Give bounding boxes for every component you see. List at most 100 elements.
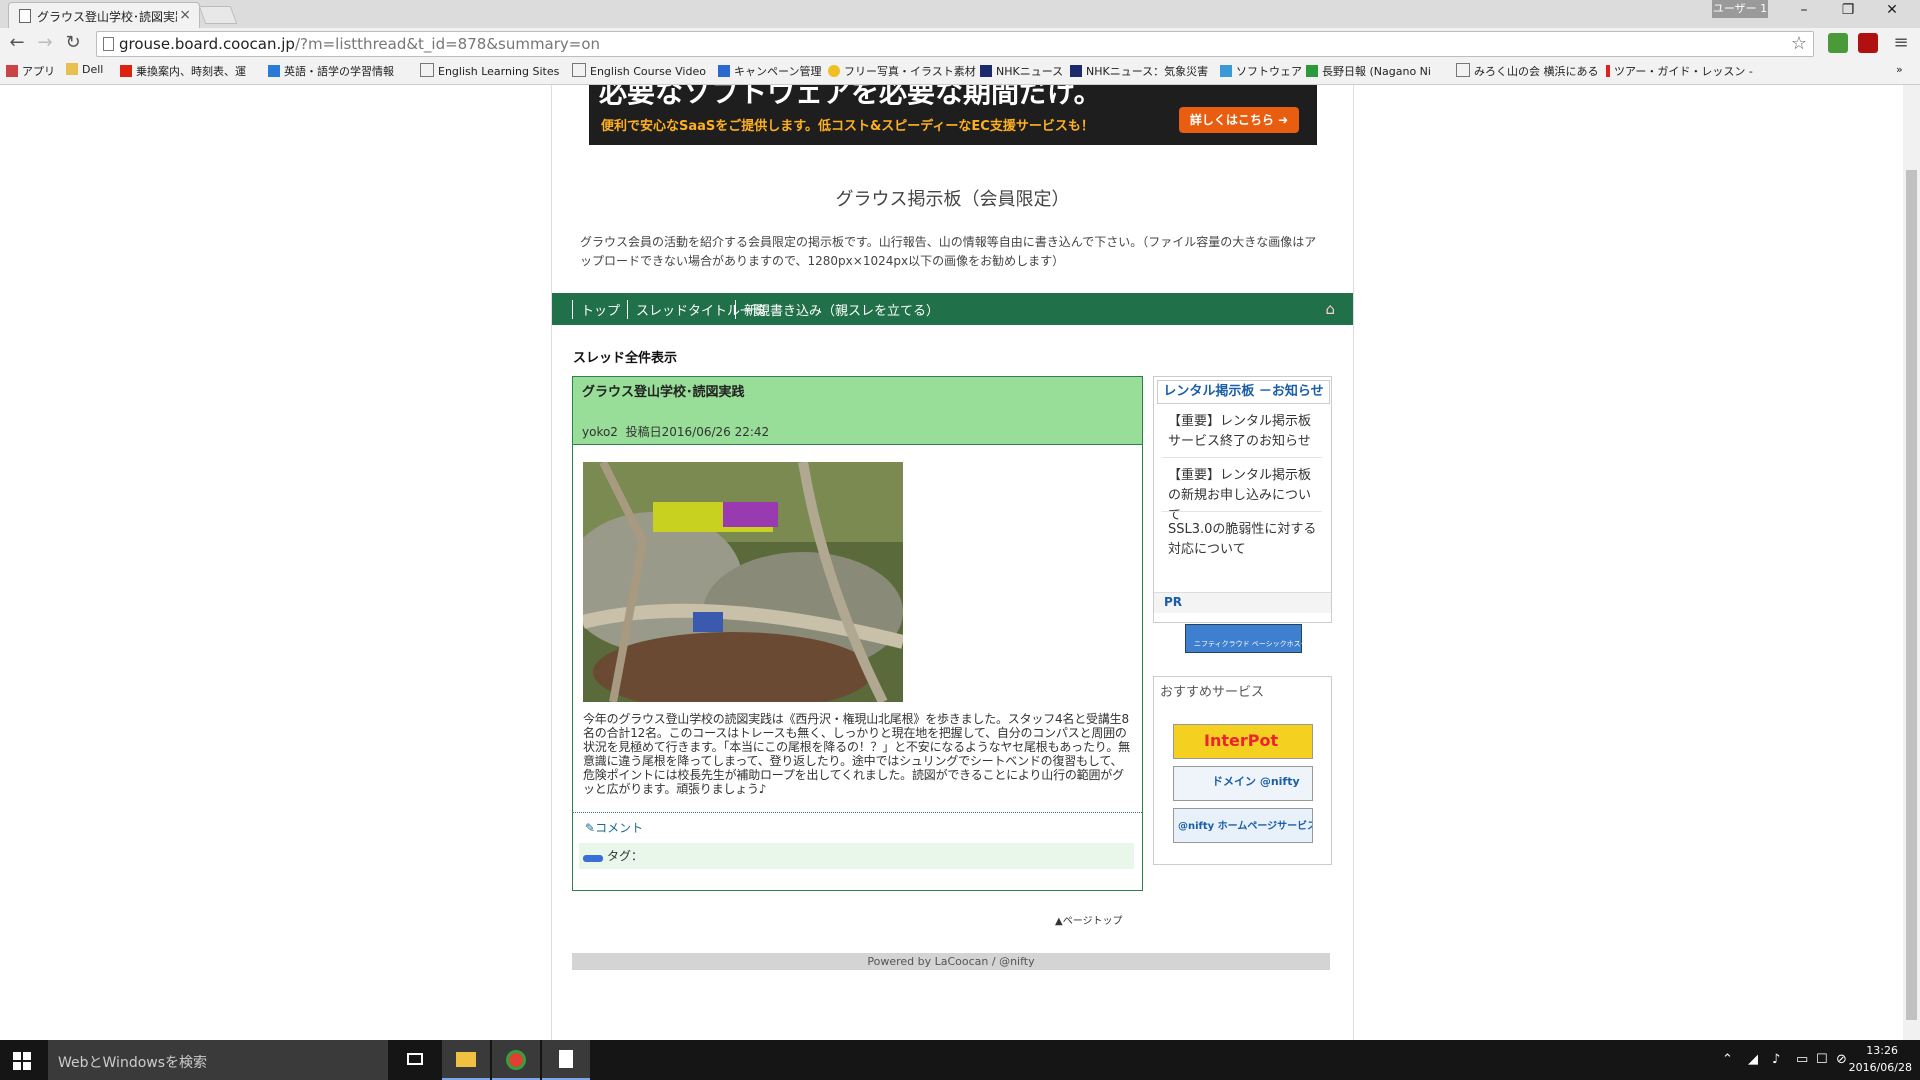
- recommend-box: おすすめサービス InterPot ドメイン @nifty @nifty ホーム…: [1153, 676, 1332, 865]
- volume-icon[interactable]: ♪: [1772, 1052, 1780, 1067]
- windows-icon: [1220, 65, 1232, 77]
- notice-item[interactable]: SSL3.0の脆弱性に対する対応について: [1168, 520, 1318, 560]
- scroll-thumb[interactable]: [1906, 170, 1917, 1020]
- tag-icon: [583, 855, 603, 862]
- banner-headline: 必要なソフトウェアを必要な期間だけ。: [599, 85, 1102, 109]
- windows-taskbar: WebとWindowsを検索 ⌃ ◢ ♪ ▭ ☐ ⊘ 13:26 2016/06…: [0, 1040, 1920, 1080]
- bookmark-apps[interactable]: アプリ: [6, 63, 55, 79]
- bookmark-item[interactable]: NHKニュース: [980, 63, 1063, 79]
- footer: Powered by LaCoocan / @nifty: [572, 953, 1330, 970]
- nhk-icon: [1070, 65, 1082, 77]
- browser-tab[interactable]: グラウス登山学校･読図実践 ×: [8, 2, 200, 29]
- forward-button[interactable]: →: [34, 32, 56, 54]
- board-page: 必要なソフトウェアを必要な期間だけ。 便利で安心なSaaSをご提供します。低コス…: [551, 85, 1354, 1040]
- notice-item[interactable]: 【重要】レンタル掲示板の新規お申し込みについて: [1168, 466, 1318, 526]
- divider: [573, 812, 1142, 813]
- address-bar[interactable]: grouse.board.coocan.jp/?m=listthread&t_i…: [96, 31, 1814, 57]
- yahoo-icon: [120, 65, 132, 77]
- notice-title[interactable]: レンタル掲示板 －お知らせ: [1157, 380, 1330, 404]
- back-button[interactable]: ←: [6, 32, 28, 54]
- board-nav: トップ スレッドタイトル一覧 新規書き込み（親スレを立てる） ⌂: [552, 293, 1353, 325]
- site-icon: [828, 65, 840, 77]
- divider: [1162, 457, 1322, 458]
- extension-icon[interactable]: [1828, 33, 1848, 53]
- posted-label: 投稿日: [625, 425, 662, 439]
- pr-header: PR: [1154, 592, 1331, 613]
- homepage-service-banner[interactable]: @nifty ホームページサービス: [1173, 808, 1313, 843]
- close-tab-icon[interactable]: ×: [179, 7, 191, 23]
- bookmark-item[interactable]: 長野日報 (Nagano Ni: [1306, 63, 1431, 79]
- minimize-button[interactable]: –: [1784, 2, 1824, 22]
- home-icon[interactable]: ⌂: [1325, 300, 1335, 318]
- posted-date: 2016/06/26 22:42: [661, 425, 770, 439]
- ad-banner[interactable]: 必要なソフトウェアを必要な期間だけ。 便利で安心なSaaSをご提供します。低コス…: [589, 85, 1317, 145]
- close-window-button[interactable]: ✕: [1872, 2, 1912, 22]
- pr-label: PR: [1164, 595, 1183, 609]
- notice-box: レンタル掲示板 －お知らせ 【重要】レンタル掲示板サービス終了のお知らせ 【重要…: [1153, 376, 1332, 653]
- show-hidden-icons-icon[interactable]: ⌃: [1722, 1052, 1733, 1067]
- bookmark-item[interactable]: キャンペーン管理: [718, 63, 821, 79]
- acrobat-icon[interactable]: [1858, 33, 1878, 53]
- divider: [1162, 511, 1322, 512]
- page-icon: [572, 63, 586, 77]
- bookmark-item[interactable]: フリー写真・イラスト素材: [828, 63, 976, 79]
- clock-date[interactable]: 2016/06/28: [1849, 1061, 1912, 1074]
- user-profile-button[interactable]: ユーザー 1: [1712, 0, 1768, 18]
- page-icon: [1456, 63, 1470, 77]
- bookmark-item[interactable]: English Course Video: [572, 63, 706, 78]
- pr-banner-text: ニフティクラウド ベーシックホスティング: [1194, 640, 1329, 648]
- bookmark-item[interactable]: ツアー・ガイド・レッスン -: [1606, 63, 1753, 79]
- post-photo[interactable]: [583, 462, 903, 702]
- file-explorer-icon[interactable]: [442, 1040, 490, 1080]
- notification-icon[interactable]: ☐: [1816, 1052, 1828, 1067]
- new-tab-button[interactable]: [198, 6, 238, 24]
- taskbar-search[interactable]: WebとWindowsを検索: [48, 1040, 388, 1080]
- bookmarks-overflow-icon[interactable]: »: [1896, 63, 1903, 76]
- reload-button[interactable]: ↻: [62, 32, 84, 54]
- start-button[interactable]: [13, 1052, 31, 1070]
- bookmark-item[interactable]: ソフトウェア: [1220, 63, 1302, 79]
- page-info-icon[interactable]: [103, 37, 114, 51]
- domain-banner[interactable]: ドメイン @nifty: [1173, 766, 1313, 801]
- network-icon[interactable]: ◢: [1748, 1052, 1758, 1067]
- apps-icon: [6, 65, 18, 77]
- notice-item[interactable]: 【重要】レンタル掲示板サービス終了のお知らせ: [1168, 412, 1318, 452]
- bookmark-item[interactable]: 英語・語学の学習情報: [268, 63, 394, 79]
- scrollbar[interactable]: [1903, 85, 1920, 1040]
- chrome-menu-icon[interactable]: ≡: [1890, 32, 1912, 54]
- nav-new-post[interactable]: 新規書き込み（親スレを立てる）: [735, 300, 939, 319]
- bookmark-item[interactable]: みろく山の会 横浜にある: [1456, 63, 1599, 79]
- tag-row: タグ：: [579, 843, 1134, 869]
- interpot-banner[interactable]: InterPot: [1173, 724, 1313, 759]
- restore-button[interactable]: ❐: [1828, 2, 1868, 22]
- board-description: グラウス会員の活動を紹介する会員限定の掲示板です。山行報告、山の情報等自由に書き…: [580, 235, 1317, 268]
- thread-header: グラウス登山学校･読図実践 yoko2 投稿日2016/06/26 22:42: [573, 377, 1142, 445]
- bookmark-item[interactable]: 乗換案内、時刻表、運: [120, 63, 246, 79]
- forest-rock-photo: [583, 462, 903, 702]
- site-icon: [1306, 65, 1318, 77]
- no-entry-icon[interactable]: ⊘: [1836, 1052, 1847, 1067]
- comment-link[interactable]: ✎コメント: [585, 819, 643, 836]
- nav-top[interactable]: トップ: [572, 300, 620, 319]
- bookmark-item[interactable]: Dell: [66, 63, 103, 76]
- post-body: 今年のグラウス登山学校の読図実践は《西丹沢・権現山北尾根》を歩きました。スタッフ…: [583, 712, 1130, 796]
- url-text[interactable]: grouse.board.coocan.jp/?m=listthread&t_i…: [119, 35, 600, 53]
- task-view-icon[interactable]: [392, 1040, 440, 1080]
- page-title: グラウス掲示板（会員限定）: [835, 189, 1070, 210]
- pr-banner[interactable]: ニフティクラウド ベーシックホスティング: [1185, 624, 1328, 653]
- bookmark-star-icon[interactable]: ☆: [1791, 33, 1807, 54]
- nhk-icon: [980, 65, 992, 77]
- thread-title[interactable]: グラウス登山学校･読図実践: [582, 381, 745, 400]
- notepad-icon[interactable]: [542, 1040, 590, 1080]
- bookmarks-bar: アプリ Dell 乗換案内、時刻表、運 英語・語学の学習情報 English L…: [0, 58, 1920, 85]
- banner-details-button[interactable]: 詳しくはこちら ➜: [1179, 107, 1299, 133]
- chrome-icon[interactable]: [492, 1040, 540, 1080]
- clock-time[interactable]: 13:26: [1866, 1044, 1898, 1057]
- bookmark-item[interactable]: English Learning Sites: [420, 63, 559, 78]
- page-top-link[interactable]: ▲ページトップ: [1055, 912, 1123, 927]
- bookmark-item[interactable]: NHKニュース：気象災害: [1070, 63, 1208, 79]
- thread-meta: yoko2 投稿日2016/06/26 22:42: [582, 423, 769, 440]
- adwords-icon: [718, 65, 730, 77]
- keyboard-icon[interactable]: ▭: [1796, 1052, 1808, 1067]
- page-icon: [19, 9, 31, 23]
